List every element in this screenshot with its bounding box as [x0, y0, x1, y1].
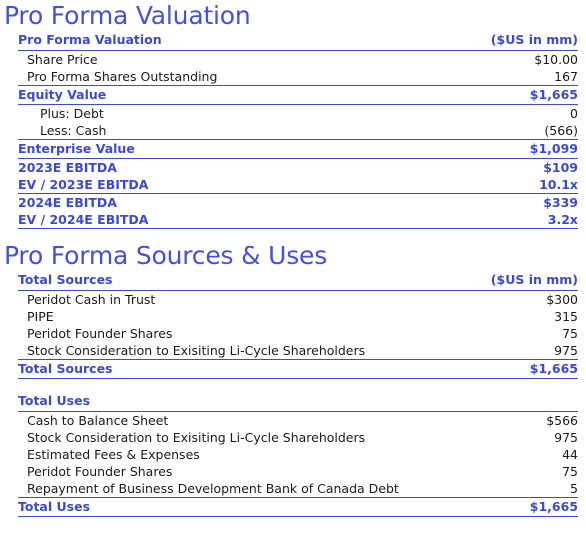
row-value: $109 [543, 160, 578, 175]
row-value: 75 [562, 326, 578, 341]
table-row: Less: Cash (566) [18, 122, 578, 140]
column-header-label: Pro Forma Valuation [18, 31, 428, 51]
row-label: Total Sources [18, 359, 428, 379]
row-value: $300 [546, 292, 578, 307]
row-value: $1,665 [428, 359, 578, 379]
row-label: Cash to Balance Sheet [27, 413, 169, 428]
row-label: Equity Value [18, 85, 428, 105]
table-header-row: Total Uses [18, 392, 578, 412]
row-label: Pro Forma Shares Outstanding [18, 68, 428, 86]
total-sources-table: Total Sources ($US in mm) Peridot Cash i… [18, 271, 578, 379]
row-value: $339 [543, 195, 578, 210]
row-value: $566 [546, 413, 578, 428]
table-row: Pro Forma Shares Outstanding 167 [18, 68, 578, 86]
row-label: Peridot Cash in Trust [27, 292, 156, 307]
column-header-units: ($US in mm) [428, 31, 578, 51]
column-header-units: ($US in mm) [428, 271, 578, 291]
table-row: Peridot Founder Shares 75 [18, 463, 578, 480]
row-value: 3.2x [428, 211, 578, 229]
table-total-row-uses: Total Uses $1,665 [18, 497, 578, 517]
document-page: Pro Forma Valuation Pro Forma Valuation … [0, 0, 586, 560]
row-label: Plus: Debt [40, 106, 104, 121]
table-row: Peridot Cash in Trust $300 [18, 291, 578, 309]
row-value: $1,665 [428, 85, 578, 105]
row-value: 315 [554, 309, 578, 324]
row-value: $1,665 [428, 497, 578, 517]
table-subtotal-row-equity-value: Equity Value $1,665 [18, 85, 578, 105]
row-label: Peridot Founder Shares [27, 326, 173, 341]
row-value: 0 [570, 106, 578, 121]
column-header-label: Total Uses [18, 392, 428, 412]
page-title-pro-forma-valuation: Pro Forma Valuation [4, 1, 251, 30]
row-value: 167 [428, 68, 578, 86]
row-label: Repayment of Business Development Bank o… [18, 480, 428, 498]
table-row: Peridot Founder Shares 75 [18, 325, 578, 342]
table-row: Share Price $10.00 [18, 51, 578, 69]
table-row: 2024E EBITDA $339 [18, 194, 578, 212]
row-label: Stock Consideration to Exisiting Li-Cycl… [18, 342, 428, 360]
table-row: Cash to Balance Sheet $566 [18, 412, 578, 430]
pro-forma-valuation-table: Pro Forma Valuation ($US in mm) Share Pr… [18, 31, 578, 229]
total-uses-table: Total Uses Cash to Balance Sheet $566 St… [18, 392, 578, 517]
row-value: 5 [428, 480, 578, 498]
page-title-pro-forma-sources-and-uses: Pro Forma Sources & Uses [4, 241, 328, 270]
row-label: 2024E EBITDA [18, 195, 117, 210]
row-value: 44 [562, 447, 578, 462]
row-label: PIPE [27, 309, 54, 324]
row-value: 10.1x [428, 176, 578, 194]
row-label: Share Price [27, 52, 98, 67]
row-label: Less: Cash [18, 122, 428, 140]
total-sources-table-wrapper: Total Sources ($US in mm) Peridot Cash i… [0, 271, 586, 379]
table-row: EV / 2023E EBITDA 10.1x [18, 176, 578, 194]
table-subtotal-row-enterprise-value: Enterprise Value $1,099 [18, 139, 578, 159]
table-row: Stock Consideration to Exisiting Li-Cycl… [18, 429, 578, 446]
table-row: Estimated Fees & Expenses 44 [18, 446, 578, 463]
row-label: Peridot Founder Shares [27, 464, 173, 479]
table-row: 2023E EBITDA $109 [18, 159, 578, 177]
column-header-units [428, 392, 578, 412]
row-label: EV / 2023E EBITDA [18, 176, 428, 194]
column-header-label: Total Sources [18, 271, 428, 291]
table-row: EV / 2024E EBITDA 3.2x [18, 211, 578, 229]
row-label: 2023E EBITDA [18, 160, 117, 175]
total-uses-table-wrapper: Total Uses Cash to Balance Sheet $566 St… [0, 392, 586, 517]
row-label: Stock Consideration to Exisiting Li-Cycl… [27, 430, 366, 445]
row-value: $10.00 [534, 52, 578, 67]
row-label: EV / 2024E EBITDA [18, 211, 428, 229]
row-value: (566) [428, 122, 578, 140]
row-label: Enterprise Value [18, 139, 428, 159]
row-label: Total Uses [18, 497, 428, 517]
table-row: Repayment of Business Development Bank o… [18, 480, 578, 498]
table-header-row: Pro Forma Valuation ($US in mm) [18, 31, 578, 51]
pro-forma-valuation-table-wrapper: Pro Forma Valuation ($US in mm) Share Pr… [0, 31, 586, 229]
row-value: $1,099 [428, 139, 578, 159]
row-value: 975 [554, 430, 578, 445]
row-value: 75 [562, 464, 578, 479]
table-header-row: Total Sources ($US in mm) [18, 271, 578, 291]
row-label: Estimated Fees & Expenses [27, 447, 200, 462]
table-row: Plus: Debt 0 [18, 105, 578, 123]
table-row: PIPE 315 [18, 308, 578, 325]
table-total-row-sources: Total Sources $1,665 [18, 359, 578, 379]
row-value: 975 [428, 342, 578, 360]
table-row: Stock Consideration to Exisiting Li-Cycl… [18, 342, 578, 360]
